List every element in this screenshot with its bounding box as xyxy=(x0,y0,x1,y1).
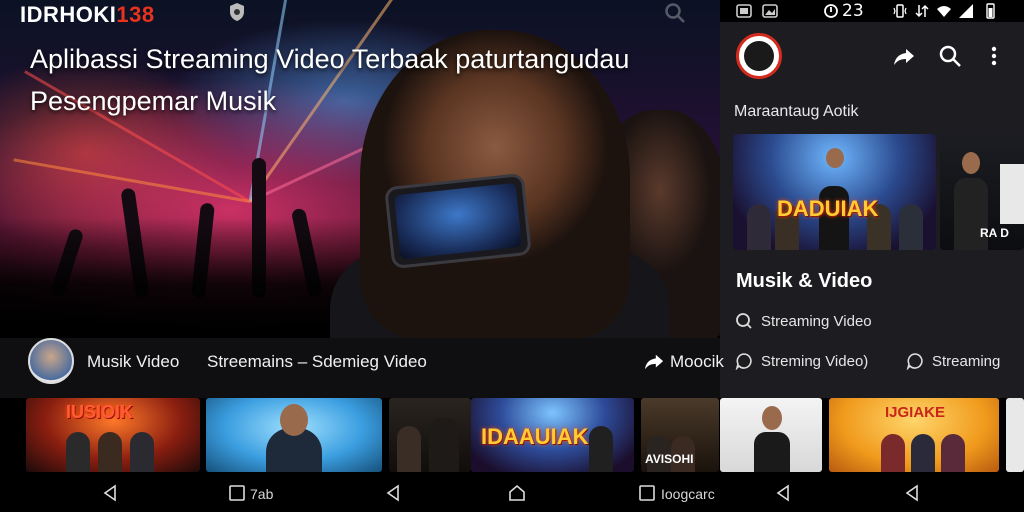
thumbnail-title: IUSIOIK xyxy=(66,402,134,422)
category-moocik[interactable]: Moocik xyxy=(670,352,724,372)
chip-streming-video[interactable]: Streming Video) xyxy=(735,352,868,370)
image-notification-icon xyxy=(736,4,752,18)
search-icon[interactable] xyxy=(664,2,686,24)
video-thumbnail[interactable]: IJGIAKE xyxy=(829,398,999,472)
category-musik-video[interactable]: Musik Video xyxy=(87,352,179,372)
brand-logo[interactable]: IDRHOKI138 xyxy=(20,2,155,28)
panel-subtitle: Maraantaug Aotik xyxy=(734,103,859,120)
nav-label: 7ab xyxy=(250,486,274,502)
shield-icon[interactable] xyxy=(228,2,246,22)
chip-streaming[interactable]: Streaming xyxy=(906,352,1000,370)
home-icon[interactable] xyxy=(508,484,526,502)
back-icon[interactable] xyxy=(384,484,402,502)
video-thumbnail[interactable]: IDAAUIAK xyxy=(471,398,634,472)
thumbnail-title: IDAAUIAK xyxy=(481,424,589,449)
wifi-icon xyxy=(937,6,951,17)
video-thumbnail[interactable] xyxy=(720,398,822,472)
video-thumbnail-featured[interactable]: DADUIAK xyxy=(733,134,936,250)
chip-streaming-video[interactable]: Streaming Video xyxy=(735,312,872,330)
thumbnail-title: IJGIAKE xyxy=(885,404,946,421)
video-thumbnail-side[interactable]: RA D xyxy=(940,134,1024,250)
section-title: Musik & Video xyxy=(736,270,873,292)
signal-icon xyxy=(959,4,973,18)
search-icon[interactable] xyxy=(938,44,962,68)
gallery-notification-icon xyxy=(762,4,778,18)
back-icon[interactable] xyxy=(903,484,921,502)
hero-banner[interactable]: IDRHOKI138 Aplibassi Streaming Video Ter… xyxy=(0,0,720,338)
category-streamains[interactable]: Streemains – Sdemieg Video xyxy=(207,352,427,372)
phone-in-hand xyxy=(384,172,532,270)
data-transfer-icon xyxy=(915,4,929,18)
video-thumbnail[interactable]: IUSIOIK xyxy=(26,398,200,472)
more-options-icon[interactable] xyxy=(982,44,1006,68)
comment-icon xyxy=(906,353,923,370)
chip-label: Streming Video) xyxy=(761,352,869,370)
search-icon xyxy=(736,313,752,329)
battery-icon xyxy=(986,3,995,19)
avatar[interactable] xyxy=(28,338,74,384)
hero-title: Aplibassi Streaming Video Terbaak paturt… xyxy=(30,44,630,116)
back-icon[interactable] xyxy=(101,484,119,502)
chip-label: Streaming xyxy=(932,352,1001,370)
thumbnail-title: RA D xyxy=(980,226,1009,240)
chip-label: Streaming Video xyxy=(761,312,872,330)
recents-icon[interactable] xyxy=(638,484,656,502)
video-thumbnail[interactable] xyxy=(206,398,382,472)
video-thumbnail[interactable] xyxy=(389,398,471,472)
back-icon[interactable] xyxy=(774,484,792,502)
nav-label: Ioogcarc xyxy=(661,486,715,502)
video-thumbnail[interactable] xyxy=(1006,398,1024,472)
thumbnail-title: DADUIAK xyxy=(777,196,879,221)
channel-logo[interactable] xyxy=(736,33,782,79)
comment-icon xyxy=(735,353,752,370)
status-time: 23 xyxy=(842,1,864,21)
share-icon[interactable] xyxy=(892,44,916,68)
thumbnail-title: AVISOHI xyxy=(645,452,694,466)
vibrate-icon xyxy=(893,4,907,18)
video-thumbnail[interactable]: AVISOHI xyxy=(641,398,719,472)
alarm-icon xyxy=(824,4,838,18)
recents-icon[interactable] xyxy=(228,484,246,502)
share-icon[interactable] xyxy=(643,352,665,372)
